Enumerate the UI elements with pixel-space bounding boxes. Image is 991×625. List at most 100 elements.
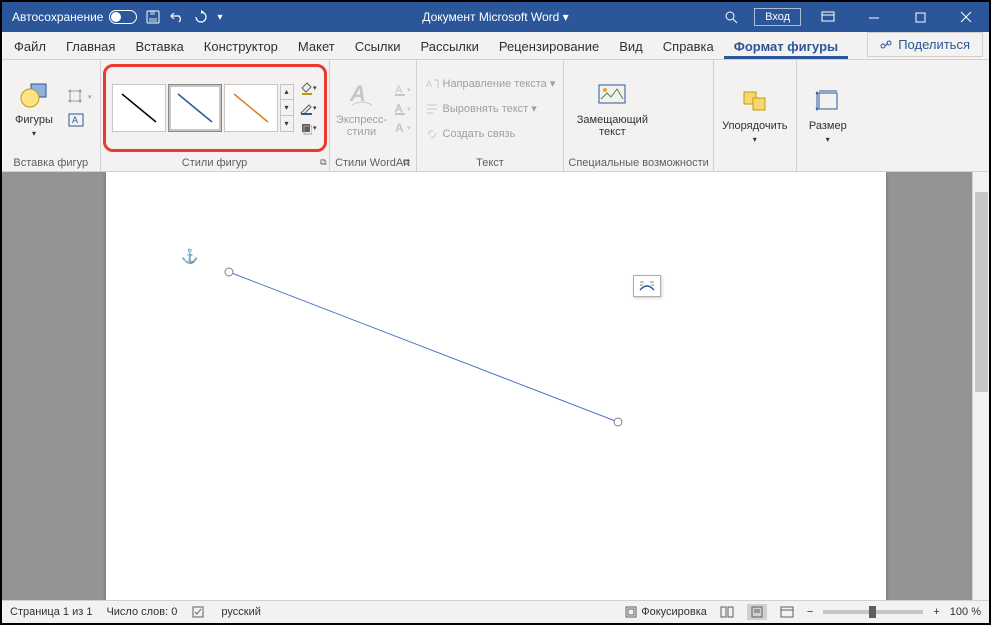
layout-options-button[interactable] <box>633 275 661 297</box>
spellcheck-icon[interactable] <box>191 605 207 619</box>
group-label-accessibility: Специальные возможности <box>568 155 708 171</box>
group-wordart-styles: A Экспресс-стили A▾ A▾ A▾ Стили WordArt⧉ <box>330 60 417 171</box>
print-layout-button[interactable] <box>747 604 767 620</box>
ribbon-display-icon[interactable] <box>805 2 851 32</box>
redo-icon[interactable] <box>193 9 209 25</box>
selected-line-shape[interactable] <box>106 172 886 600</box>
zoom-in-button[interactable]: + <box>933 606 939 618</box>
align-text-icon <box>425 102 439 116</box>
search-icon[interactable] <box>708 2 754 32</box>
language-indicator[interactable]: русский <box>221 606 260 618</box>
gallery-up-icon[interactable]: ▴ <box>281 85 293 101</box>
share-button[interactable]: Поделиться <box>867 32 983 57</box>
tab-insert[interactable]: Вставка <box>125 33 193 59</box>
minimize-button[interactable] <box>851 2 897 32</box>
tab-references[interactable]: Ссылки <box>345 33 411 59</box>
tab-help[interactable]: Справка <box>653 33 724 59</box>
tab-design[interactable]: Конструктор <box>194 33 288 59</box>
zoom-slider[interactable] <box>823 610 923 614</box>
size-button[interactable]: Размер ▾ <box>801 76 855 154</box>
tab-mailings[interactable]: Рассылки <box>410 33 488 59</box>
dialog-launcher-icon[interactable]: ⧉ <box>320 157 326 168</box>
arrange-button[interactable]: Упорядочить ▾ <box>718 76 792 154</box>
group-insert-shapes: Фигуры ▾ ▾ A Вставка фигур <box>2 60 101 171</box>
tab-layout[interactable]: Макет <box>288 33 345 59</box>
vertical-scrollbar[interactable] <box>972 172 989 600</box>
ribbon-tabs: Файл Главная Вставка Конструктор Макет С… <box>2 32 989 60</box>
toggle-off-icon <box>109 10 137 24</box>
scrollbar-thumb[interactable] <box>975 192 988 392</box>
size-label: Размер <box>809 120 847 132</box>
group-label-arrange <box>718 167 792 171</box>
shape-outline-button[interactable]: ▾ <box>298 99 318 117</box>
page-indicator[interactable]: Страница 1 из 1 <box>10 606 92 618</box>
group-shape-styles: ▴ ▾ ▾ ▾ ▾ ▾ Стили фигур⧉ <box>101 60 330 171</box>
style-preset-black[interactable] <box>112 84 166 132</box>
tab-shape-format[interactable]: Формат фигуры <box>724 33 848 59</box>
gallery-more-icon[interactable]: ▾ <box>281 116 293 131</box>
line-handle-start[interactable] <box>225 268 234 277</box>
zoom-level[interactable]: 100 % <box>950 606 981 618</box>
gallery-scroll[interactable]: ▴ ▾ ▾ <box>280 84 294 132</box>
dialog-launcher-icon[interactable]: ⧉ <box>403 157 409 168</box>
wordart-icon: A <box>346 79 378 111</box>
shapes-button[interactable]: Фигуры ▾ <box>6 70 62 148</box>
text-outline-button: A▾ <box>392 100 412 118</box>
close-button[interactable] <box>943 2 989 32</box>
paint-bucket-icon <box>299 81 312 95</box>
text-effects-button: A▾ <box>392 119 412 137</box>
shape-effects-button[interactable]: ▾ <box>298 119 318 137</box>
document-area[interactable]: ⚓ <box>2 172 989 600</box>
login-button[interactable]: Вход <box>754 8 801 26</box>
focus-icon <box>625 606 637 618</box>
svg-text:A: A <box>426 79 432 89</box>
link-icon <box>425 127 439 141</box>
group-label-insert-shapes: Вставка фигур <box>6 155 96 171</box>
svg-text:A: A <box>395 121 404 135</box>
qat-customize-icon[interactable]: ▾ <box>217 12 222 23</box>
share-icon <box>880 38 894 52</box>
alt-text-label: Замещающий текст <box>570 114 654 138</box>
tab-home[interactable]: Главная <box>56 33 125 59</box>
group-label-shape-styles: Стили фигур⧉ <box>101 155 329 171</box>
group-arrange: Упорядочить ▾ <box>714 60 797 171</box>
quick-styles-button: A Экспресс-стили <box>334 70 390 148</box>
zoom-out-button[interactable]: − <box>807 606 813 618</box>
save-icon[interactable] <box>145 9 161 25</box>
group-text: AНаправление текста ▾ Выровнять текст ▾ … <box>417 60 565 171</box>
arrange-icon <box>739 85 771 117</box>
titlebar: Автосохранение ▾ Документ Microsoft Word… <box>2 2 989 32</box>
text-box-icon: A <box>68 113 84 127</box>
style-preset-blue[interactable] <box>168 84 222 132</box>
shape-styles-highlight: ▴ ▾ ▾ ▾ ▾ ▾ <box>103 64 327 152</box>
line-handle-end[interactable] <box>614 418 623 427</box>
ribbon: Фигуры ▾ ▾ A Вставка фигур ▴ ▾ ▾ <box>2 60 989 172</box>
arrange-label: Упорядочить <box>722 120 787 132</box>
style-preset-orange[interactable] <box>224 84 278 132</box>
tab-file[interactable]: Файл <box>4 33 56 59</box>
edit-shape-button[interactable]: ▾ <box>64 86 96 108</box>
autosave-toggle[interactable]: Автосохранение <box>12 10 137 24</box>
gallery-down-icon[interactable]: ▾ <box>281 100 293 116</box>
text-box-button[interactable]: A <box>64 109 96 131</box>
tab-view[interactable]: Вид <box>609 33 653 59</box>
autosave-label: Автосохранение <box>12 10 103 24</box>
alt-text-button[interactable]: Замещающий текст <box>568 70 656 148</box>
zoom-slider-knob[interactable] <box>869 606 876 618</box>
maximize-button[interactable] <box>897 2 943 32</box>
shapes-icon <box>18 79 50 111</box>
shape-fill-button[interactable]: ▾ <box>298 79 318 97</box>
web-layout-button[interactable] <box>777 604 797 620</box>
tab-review[interactable]: Рецензирование <box>489 33 609 59</box>
statusbar: Страница 1 из 1 Число слов: 0 русский Фо… <box>2 600 989 623</box>
read-mode-button[interactable] <box>717 604 737 620</box>
undo-icon[interactable] <box>169 9 185 25</box>
focus-mode-button[interactable]: Фокусировка <box>625 606 707 618</box>
page[interactable]: ⚓ <box>106 172 886 600</box>
word-count[interactable]: Число слов: 0 <box>106 606 177 618</box>
align-text-button: Выровнять текст ▾ <box>421 98 560 120</box>
alt-text-icon <box>596 79 628 111</box>
shape-style-gallery[interactable] <box>112 84 278 132</box>
document-title[interactable]: Документ Microsoft Word ▾ <box>422 10 568 24</box>
chevron-down-icon: ▾ <box>753 135 757 144</box>
